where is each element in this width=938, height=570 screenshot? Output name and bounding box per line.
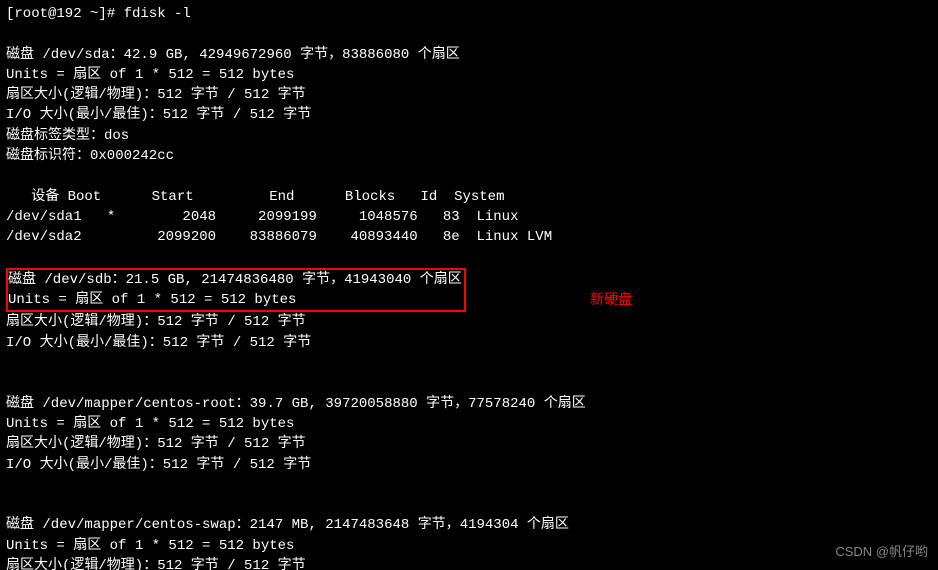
sector-size-line: 扇区大小(逻辑/物理)：512 字节 / 512 字节: [6, 87, 306, 103]
highlighted-new-disk: 磁盘 /dev/sdb：21.5 GB, 21474836480 字节，4194…: [6, 268, 466, 313]
annotation-new-disk: 新硬盘: [590, 289, 632, 309]
partition-header: 设备 Boot Start End Blocks Id System: [6, 189, 504, 205]
prompt: [root@192 ~]#: [6, 6, 124, 22]
disk-centos-swap-header: 磁盘 /dev/mapper/centos-swap：2147 MB, 2147…: [6, 517, 569, 533]
io-size-line: I/O 大小(最小/最佳)：512 字节 / 512 字节: [6, 107, 311, 123]
disklabel-line: 磁盘标签类型：dos: [6, 128, 129, 144]
partition-row: /dev/sda1 * 2048 2099199 1048576 83 Linu…: [6, 209, 518, 225]
units-line: Units = 扇区 of 1 * 512 = 512 bytes: [6, 67, 294, 83]
command[interactable]: fdisk -l: [124, 6, 191, 22]
disk-centos-root-header: 磁盘 /dev/mapper/centos-root：39.7 GB, 3972…: [6, 396, 586, 412]
diskid-line: 磁盘标识符：0x000242cc: [6, 148, 174, 164]
watermark: CSDN @帆仔哟: [835, 543, 928, 562]
terminal-output: [root@192 ~]# fdisk -l 磁盘 /dev/sda：42.9 …: [0, 0, 938, 570]
disk-sda-header: 磁盘 /dev/sda：42.9 GB, 42949672960 字节，8388…: [6, 47, 460, 63]
partition-row: /dev/sda2 2099200 83886079 40893440 8e L…: [6, 229, 552, 245]
